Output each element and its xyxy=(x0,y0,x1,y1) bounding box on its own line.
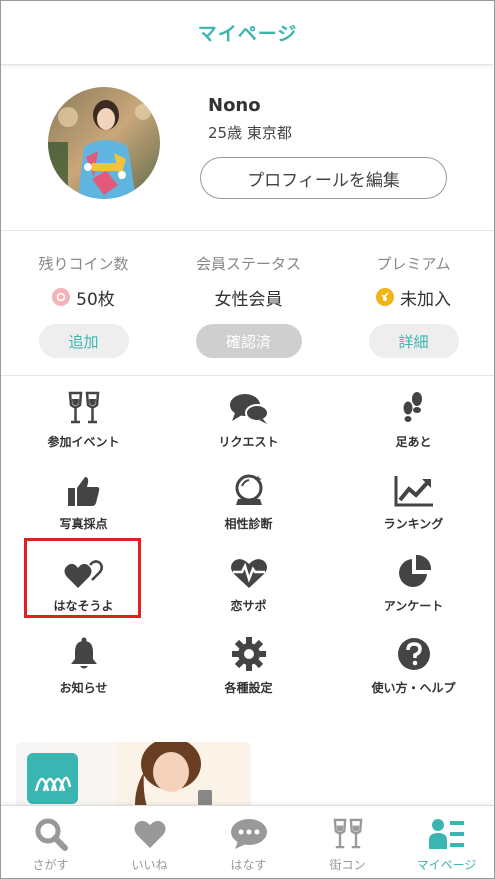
menu-label: お知らせ xyxy=(59,681,108,695)
gear-icon xyxy=(231,633,266,671)
bell-icon xyxy=(69,633,99,671)
menu-item-notices[interactable]: お知らせ xyxy=(1,625,166,707)
menu-item-love-support[interactable]: 恋サポ xyxy=(166,543,331,625)
menu-item-photo-score[interactable]: 写真採点 xyxy=(1,461,166,543)
user-name: Nono xyxy=(208,95,261,116)
menu-label: 参加イベント xyxy=(47,435,120,449)
heartbeat-icon xyxy=(230,551,268,589)
line-chart-icon xyxy=(394,469,434,507)
profile-list-icon xyxy=(428,816,465,852)
premium-value-row: 未加入 xyxy=(331,285,494,310)
add-coin-button[interactable]: 追加 xyxy=(38,324,129,358)
app-logo-icon xyxy=(27,753,78,804)
tab-label: いいね xyxy=(131,858,168,872)
pie-chart-icon xyxy=(397,551,431,589)
hearts-icon xyxy=(64,551,104,589)
bottom-tab-bar: さがす いいね はなす 街コン マイページ xyxy=(1,805,494,878)
page-title: マイページ xyxy=(197,23,298,45)
menu-item-request[interactable]: リクエスト xyxy=(166,379,331,461)
coin-label: 残りコイン数 xyxy=(38,255,129,273)
menu-label: はなそうよ xyxy=(53,599,114,613)
menu-item-compatibility[interactable]: 相性診断 xyxy=(166,461,331,543)
chat-bubbles-icon xyxy=(229,387,269,425)
menu-label: 相性診断 xyxy=(224,517,273,531)
edit-profile-button[interactable]: プロフィールを編集 xyxy=(200,157,447,199)
coin-value: 50枚 xyxy=(76,289,115,310)
menu-label: 足あと xyxy=(395,435,432,449)
coin-value-row: 50枚 xyxy=(1,285,166,310)
menu-label: 各種設定 xyxy=(224,681,273,695)
tab-machikon[interactable]: 街コン xyxy=(298,806,397,878)
tab-search[interactable]: さがす xyxy=(1,806,100,878)
menu-item-settings[interactable]: 各種設定 xyxy=(166,625,331,707)
thumbs-up-icon xyxy=(67,469,101,507)
menu-label: 写真採点 xyxy=(59,517,108,531)
tab-mypage[interactable]: マイページ xyxy=(397,806,494,878)
status-label: 会員ステータス xyxy=(195,255,301,273)
profile-section: Nono 25歳 東京都 プロフィールを編集 xyxy=(1,65,494,231)
app-frame: マイページ Nono 25歳 東京都 プロフィールを編集 残りコイン数 50枚 … xyxy=(0,0,495,879)
crystal-ball-icon xyxy=(232,469,266,507)
footprints-icon xyxy=(399,387,429,425)
question-icon xyxy=(397,633,431,671)
menu-label: ランキング xyxy=(383,517,444,531)
menu-label: アンケート xyxy=(383,599,444,613)
tab-label: マイページ xyxy=(416,858,477,872)
stats-section: 残りコイン数 50枚 追加 会員ステータス 女性会員 確認済 プレミアム 未加入… xyxy=(1,231,494,376)
user-age-location: 25歳 東京都 xyxy=(208,124,292,142)
menu-item-footprints[interactable]: 足あと xyxy=(331,379,494,461)
tab-talk[interactable]: はなす xyxy=(199,806,298,878)
search-icon xyxy=(34,816,68,852)
menu-label: 恋サポ xyxy=(230,599,267,613)
champagne-glasses-icon xyxy=(333,816,363,852)
premium-stat: プレミアム 未加入 詳細 xyxy=(331,231,494,358)
verified-button[interactable]: 確認済 xyxy=(195,324,302,358)
menu-item-events[interactable]: 参加イベント xyxy=(1,379,166,461)
avatar[interactable] xyxy=(48,87,160,199)
tab-likes[interactable]: いいね xyxy=(100,806,199,878)
tab-label: はなす xyxy=(230,858,267,872)
menu-grid: 参加イベント リクエスト 足あと 写真採点 相性診断 ランキング はなそうよ 恋… xyxy=(1,379,494,709)
premium-icon xyxy=(376,288,394,306)
heart-icon xyxy=(134,816,166,852)
menu-item-survey[interactable]: アンケート xyxy=(331,543,494,625)
champagne-glasses-icon xyxy=(68,387,100,425)
tab-label: 街コン xyxy=(329,858,366,872)
premium-detail-button[interactable]: 詳細 xyxy=(368,324,459,358)
menu-item-ranking[interactable]: ランキング xyxy=(331,461,494,543)
premium-label: プレミアム xyxy=(376,255,451,273)
menu-label: 使い方・ヘルプ xyxy=(371,681,456,695)
status-value-text: 女性会員 xyxy=(214,289,283,310)
premium-value: 未加入 xyxy=(400,289,451,310)
chat-icon xyxy=(230,816,268,852)
menu-item-help[interactable]: 使い方・ヘルプ xyxy=(331,625,494,707)
menu-item-hanasouyo[interactable]: はなそうよ xyxy=(1,543,166,625)
status-stat: 会員ステータス 女性会員 確認済 xyxy=(166,231,331,358)
coin-icon xyxy=(52,288,71,306)
status-value: 女性会員 xyxy=(166,285,331,310)
coin-stat: 残りコイン数 50枚 追加 xyxy=(1,231,166,358)
tab-label: さがす xyxy=(32,858,69,872)
menu-label: リクエスト xyxy=(218,435,279,449)
header: マイページ xyxy=(1,1,494,65)
